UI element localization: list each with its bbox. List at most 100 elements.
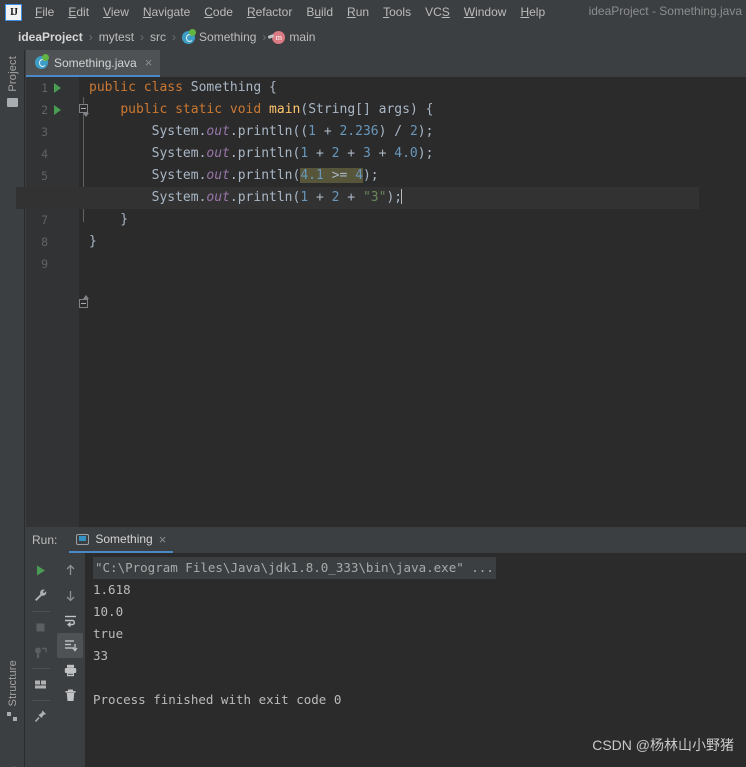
code-editor[interactable]: 1 2 3 4 5 6 7 8 [16,77,746,527]
folder-icon [7,97,18,107]
console-exit-status-line: Process finished with exit code 0 [93,692,342,707]
gutter-line: 4 [26,143,79,165]
wrench-icon [35,589,47,601]
code-line-3: System.out.println((1 + 2.236) / 2); [89,124,434,139]
structure-icon [7,712,18,722]
breadcrumb-item-project[interactable]: ideaProject [14,29,87,45]
fold-end-icon[interactable] [79,295,89,308]
breadcrumb-label: main [289,30,316,44]
layout-icon [35,680,46,689]
arrow-up-icon [66,564,74,575]
line-number: 5 [41,169,48,183]
arrow-down-icon [66,591,74,602]
method-icon: m [272,30,286,44]
play-icon [37,565,45,576]
menu-item-window[interactable]: Window [457,3,514,21]
printer-icon [64,664,76,677]
menu-item-code[interactable]: Code [197,3,240,21]
menu-item-edit[interactable]: Edit [61,3,96,21]
breadcrumb-label: src [150,30,167,44]
rerun-failed-icon [35,647,47,658]
toolbar-divider [31,611,50,612]
run-gutter-icon[interactable] [54,83,61,93]
menu-item-refactor[interactable]: Refactor [240,3,299,21]
scroll-to-end-icon [64,640,78,652]
code-folding-rail[interactable] [79,77,89,527]
menu-item-vcs[interactable]: VCS [418,3,457,21]
sidebar-item-label: Project [6,56,19,92]
stop-button[interactable] [28,615,54,640]
editor-gutter[interactable]: 1 2 3 4 5 6 7 8 [26,77,79,527]
text-caret [401,189,403,204]
rerun-button[interactable] [28,558,54,583]
line-number: 3 [41,125,48,139]
run-tool-window-header: Run: Something × [26,527,746,553]
breadcrumb-label: mytest [98,30,135,44]
line-number: 7 [41,213,48,227]
code-content[interactable]: public class Something { public static v… [16,77,746,527]
breadcrumb-separator: › [172,30,177,44]
code-line-6: System.out.println(1 + 2 + "3"); [16,187,699,209]
pin-tab-button[interactable] [28,704,54,729]
line-number: 8 [41,235,48,249]
ide-logo-text: IJ [10,6,18,18]
breadcrumb-item-src[interactable]: src [146,29,170,45]
menu-item-help[interactable]: Help [513,3,552,21]
menu-item-tools[interactable]: Tools [376,3,418,21]
clear-all-button[interactable] [57,683,83,708]
scroll-down-button[interactable] [57,583,83,608]
close-icon[interactable]: × [145,55,153,70]
scroll-to-end-button[interactable] [57,633,83,658]
line-number: 2 [41,103,48,117]
sidebar-item-project[interactable]: Project [0,56,25,107]
line-number: 9 [41,257,48,271]
stop-icon [36,623,45,632]
console-command-line: "C:\Program Files\Java\jdk1.8.0_333\bin\… [93,557,746,579]
ide-logo-icon: IJ [5,3,22,21]
line-number: 4 [41,147,48,161]
breadcrumb-item-module[interactable]: mytest [95,29,138,45]
menu-item-file[interactable]: File [28,3,61,21]
run-tool-window: Run: Something × "C:\Program Files\Java\… [26,527,746,767]
editor-tab-something-java[interactable]: Something.java × [26,50,161,77]
code-line-5: System.out.println(4.1 >= 4); [89,168,379,183]
toolbar-divider [31,668,50,669]
gutter-line: 8 [26,231,79,253]
code-line-2: public static void main(String[] args) { [120,102,434,117]
gutter-line: 1 [26,77,79,99]
editor-tab-label: Something.java [54,55,137,70]
menu-item-navigate[interactable]: Navigate [136,3,197,21]
print-button[interactable] [57,658,83,683]
window-title: ideaProject - Something.java [588,4,742,18]
soft-wrap-button[interactable] [57,608,83,633]
layout-settings-button[interactable] [28,672,54,697]
code-line-8: } [89,234,97,249]
sidebar-item-structure[interactable]: Structure [0,660,25,722]
menu-bar: IJ File Edit View Navigate Code Refactor… [0,0,746,24]
scroll-up-button[interactable] [57,558,83,583]
console-output-line: 10.0 [93,604,124,619]
run-toolbar-left [26,553,55,767]
breadcrumb-item-class[interactable]: Something [178,28,260,45]
run-toolbar-right [56,553,84,767]
console-output-line: 33 [93,648,109,663]
fold-expanded-icon[interactable] [79,104,89,117]
gutter-line: 9 [26,253,79,275]
run-tab-something[interactable]: Something × [69,527,174,553]
menu-item-view[interactable]: View [96,3,136,21]
edit-configurations-button[interactable] [28,583,54,608]
breadcrumb-separator: › [88,30,93,44]
menu-item-run[interactable]: Run [340,3,376,21]
rerun-failed-tests-button[interactable] [28,640,54,665]
run-gutter-icon[interactable] [54,105,61,115]
editor-tab-bar: Something.java × [26,50,746,77]
breadcrumb-item-method[interactable]: m main [268,29,319,45]
run-panel-label: Run: [32,533,58,547]
close-icon[interactable]: × [159,532,167,547]
console-output-line: true [93,626,124,641]
gutter-line: 2 [26,99,79,121]
intellij-idea-window: IJ File Edit View Navigate Code Refactor… [0,0,746,767]
gutter-line: 7 [26,209,79,231]
menu-item-build[interactable]: Build [299,3,340,21]
